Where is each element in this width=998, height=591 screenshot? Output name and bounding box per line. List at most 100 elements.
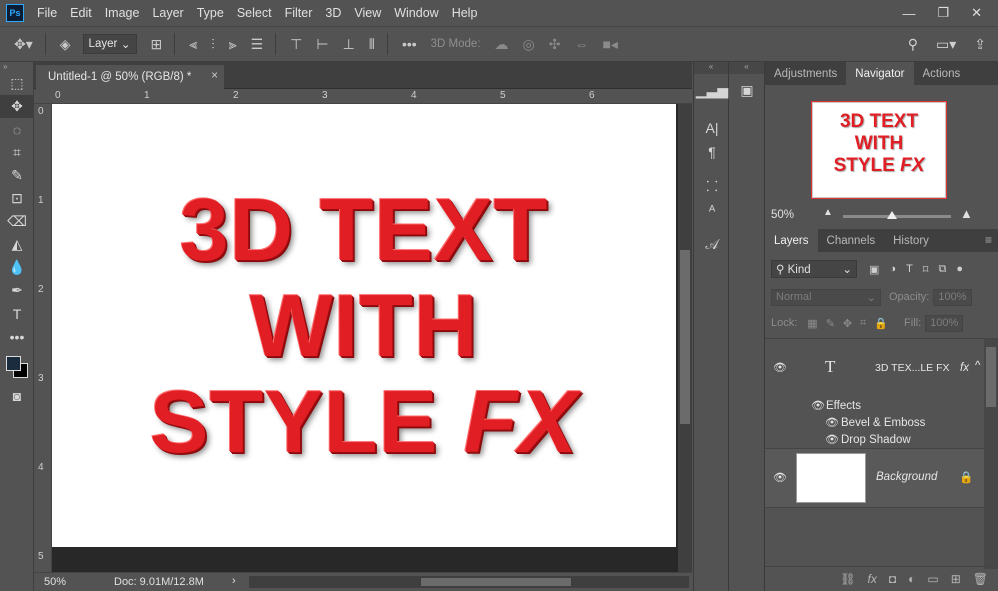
character-styles-icon[interactable]: ⸬ <box>694 174 730 198</box>
menu-edit[interactable]: Edit <box>70 6 92 20</box>
layer-name-text[interactable]: 3D TEX...LE FX <box>875 362 950 374</box>
foreground-color-swatch[interactable] <box>6 356 21 371</box>
tab-layers[interactable]: Layers <box>765 229 818 252</box>
layers-scroll-thumb[interactable] <box>986 347 996 407</box>
new-layer-icon[interactable]: ⊞ <box>951 572 961 586</box>
stamp-tool-icon[interactable]: ⊡ <box>0 187 34 210</box>
brush-tool-icon[interactable]: ✎ <box>0 164 34 187</box>
auto-select-icon[interactable]: ◈ <box>60 36 71 53</box>
visibility-eye-icon[interactable]: 👁 <box>773 471 787 484</box>
move-tool-preset-icon[interactable]: ✥▾ <box>14 36 33 53</box>
new-adjustment-icon[interactable]: ◐ <box>908 572 915 586</box>
add-style-icon[interactable]: fx <box>868 572 877 586</box>
layer-effects-icon[interactable]: fx <box>960 362 969 374</box>
blur-tool-icon[interactable]: 💧 <box>0 256 34 279</box>
distribute-vertical-icon[interactable]: ⦀ <box>369 36 375 53</box>
status-menu-arrow[interactable]: › <box>232 575 236 587</box>
zoom-slider-handle[interactable] <box>887 211 897 219</box>
3d-scale-icon[interactable]: ■◂ <box>602 36 617 53</box>
3d-roll-icon[interactable]: ◎ <box>523 36 535 53</box>
3d-pan-icon[interactable]: ✣ <box>549 36 561 53</box>
pen-tool-icon[interactable]: ✒ <box>0 279 34 302</box>
auto-select-dropdown[interactable]: Layer ⌄ <box>82 34 137 54</box>
document-tab[interactable]: Untitled-1 @ 50% (RGB/8) * × <box>36 65 224 89</box>
tab-channels[interactable]: Channels <box>818 229 885 252</box>
horizontal-scrollbar[interactable] <box>249 576 689 588</box>
menu-type[interactable]: Type <box>197 6 224 20</box>
paint-bucket-tool-icon[interactable]: ◭ <box>0 233 34 256</box>
chevron-up-icon[interactable]: ^ <box>975 360 980 372</box>
3d-orbit-icon[interactable]: ☁ <box>495 36 509 53</box>
libraries-icon[interactable]: ▣ <box>729 78 765 102</box>
canvas-workspace[interactable]: 3D TEXT WITH STYLE FX <box>52 104 678 572</box>
panel-menu-icon[interactable]: ≡ <box>979 233 998 252</box>
eraser-tool-icon[interactable]: ⌫ <box>0 210 34 233</box>
marquee-tool-icon[interactable]: ⬚ <box>0 72 34 95</box>
menu-window[interactable]: Window <box>394 6 438 20</box>
character-icon[interactable]: A| <box>694 116 730 140</box>
align-bottom-icon[interactable]: ⊥ <box>343 36 355 53</box>
collapse-icon[interactable]: » <box>0 62 33 72</box>
paragraph-icon[interactable]: ¶ <box>694 140 730 164</box>
color-swatches[interactable] <box>0 348 33 384</box>
menu-view[interactable]: View <box>354 6 381 20</box>
shape-filter-icon[interactable]: ⌑ <box>923 263 929 276</box>
collapse-icon[interactable]: « <box>694 62 728 74</box>
transform-controls-icon[interactable]: ⊞ <box>151 36 163 53</box>
close-icon[interactable]: ✕ <box>971 5 982 21</box>
align-center-icon[interactable]: ⫶ <box>211 36 215 53</box>
link-layers-icon[interactable]: ⛓ <box>840 572 855 586</box>
histogram-icon[interactable]: ▁▃▅ <box>694 78 730 102</box>
navigator-zoom-slider[interactable] <box>843 211 951 219</box>
opacity-field[interactable]: 100% <box>933 288 972 306</box>
blend-mode-dropdown[interactable]: Normal ⌄ <box>771 288 881 306</box>
menu-select[interactable]: Select <box>237 6 272 20</box>
search-icon[interactable]: ⚲ <box>908 36 918 53</box>
glyphs-icon[interactable]: 𝒜 <box>694 232 730 256</box>
3d-slide-icon[interactable]: ⇔ <box>574 36 588 52</box>
tab-navigator[interactable]: Navigator <box>846 62 914 85</box>
share-icon[interactable]: ⇪ <box>974 36 986 53</box>
move-tool-icon[interactable]: ✥ <box>0 95 34 118</box>
navigator-zoom-value[interactable]: 50% <box>771 209 794 221</box>
adjustment-filter-icon[interactable]: ◑ <box>889 263 896 276</box>
visibility-eye-icon[interactable]: 👁 <box>773 361 787 374</box>
workspace-icon[interactable]: ▭▾ <box>936 36 956 53</box>
zoom-in-icon[interactable]: ▲ <box>960 206 973 221</box>
quick-mask-icon[interactable]: ◙ <box>0 384 34 407</box>
more-options-icon[interactable]: ••• <box>402 36 417 52</box>
quick-select-tool-icon[interactable]: ◌ <box>0 118 34 141</box>
layers-scrollbar[interactable] <box>984 339 998 569</box>
more-tools-icon[interactable]: ••• <box>0 325 34 348</box>
paragraph-styles-icon[interactable]: ᴬ <box>694 198 730 222</box>
pixel-filter-icon[interactable]: ▣ <box>869 263 879 276</box>
navigator-preview[interactable]: 3D TEXT WITH STYLE FX <box>812 102 946 198</box>
add-mask-icon[interactable]: ◘ <box>889 572 896 586</box>
menu-image[interactable]: Image <box>105 6 140 20</box>
lock-all-icon[interactable]: 🔒 <box>874 317 888 330</box>
menu-layer[interactable]: Layer <box>152 6 183 20</box>
type-filter-icon[interactable]: T <box>906 263 913 276</box>
layer-row-text[interactable]: 👁 T 3D TEX...LE FX fx ^ 👁 Effects 👁 Beve… <box>765 339 984 447</box>
effect-bevel-emboss[interactable]: Bevel & Emboss <box>841 417 925 429</box>
menu-3d[interactable]: 3D <box>325 6 341 20</box>
restore-icon[interactable]: ❐ <box>937 5 949 21</box>
lock-artboard-icon[interactable]: ⌗ <box>860 317 866 330</box>
align-right-icon[interactable]: ⫸ <box>229 36 237 53</box>
lock-image-icon[interactable]: ✎ <box>826 317 835 330</box>
lock-position-icon[interactable]: ✥ <box>843 317 852 330</box>
effects-eye-icon[interactable]: 👁 <box>811 399 825 412</box>
layer-row-background[interactable]: 👁 Background 🔒 <box>765 448 984 508</box>
lock-transparent-icon[interactable]: ▦ <box>807 317 817 330</box>
align-top-icon[interactable]: ⊤ <box>290 36 302 53</box>
minimize-icon[interactable]: — <box>902 6 915 21</box>
collapse-icon[interactable]: « <box>729 62 764 74</box>
align-middle-icon[interactable]: ⊢ <box>316 36 328 53</box>
layer-name-background[interactable]: Background <box>876 471 937 483</box>
horizontal-scroll-thumb[interactable] <box>421 578 571 586</box>
tab-actions[interactable]: Actions <box>914 62 970 85</box>
align-left-icon[interactable]: ⫷ <box>189 36 197 53</box>
fill-field[interactable]: 100% <box>925 314 964 332</box>
menu-filter[interactable]: Filter <box>285 6 313 20</box>
effect-drop-shadow[interactable]: Drop Shadow <box>841 434 911 446</box>
